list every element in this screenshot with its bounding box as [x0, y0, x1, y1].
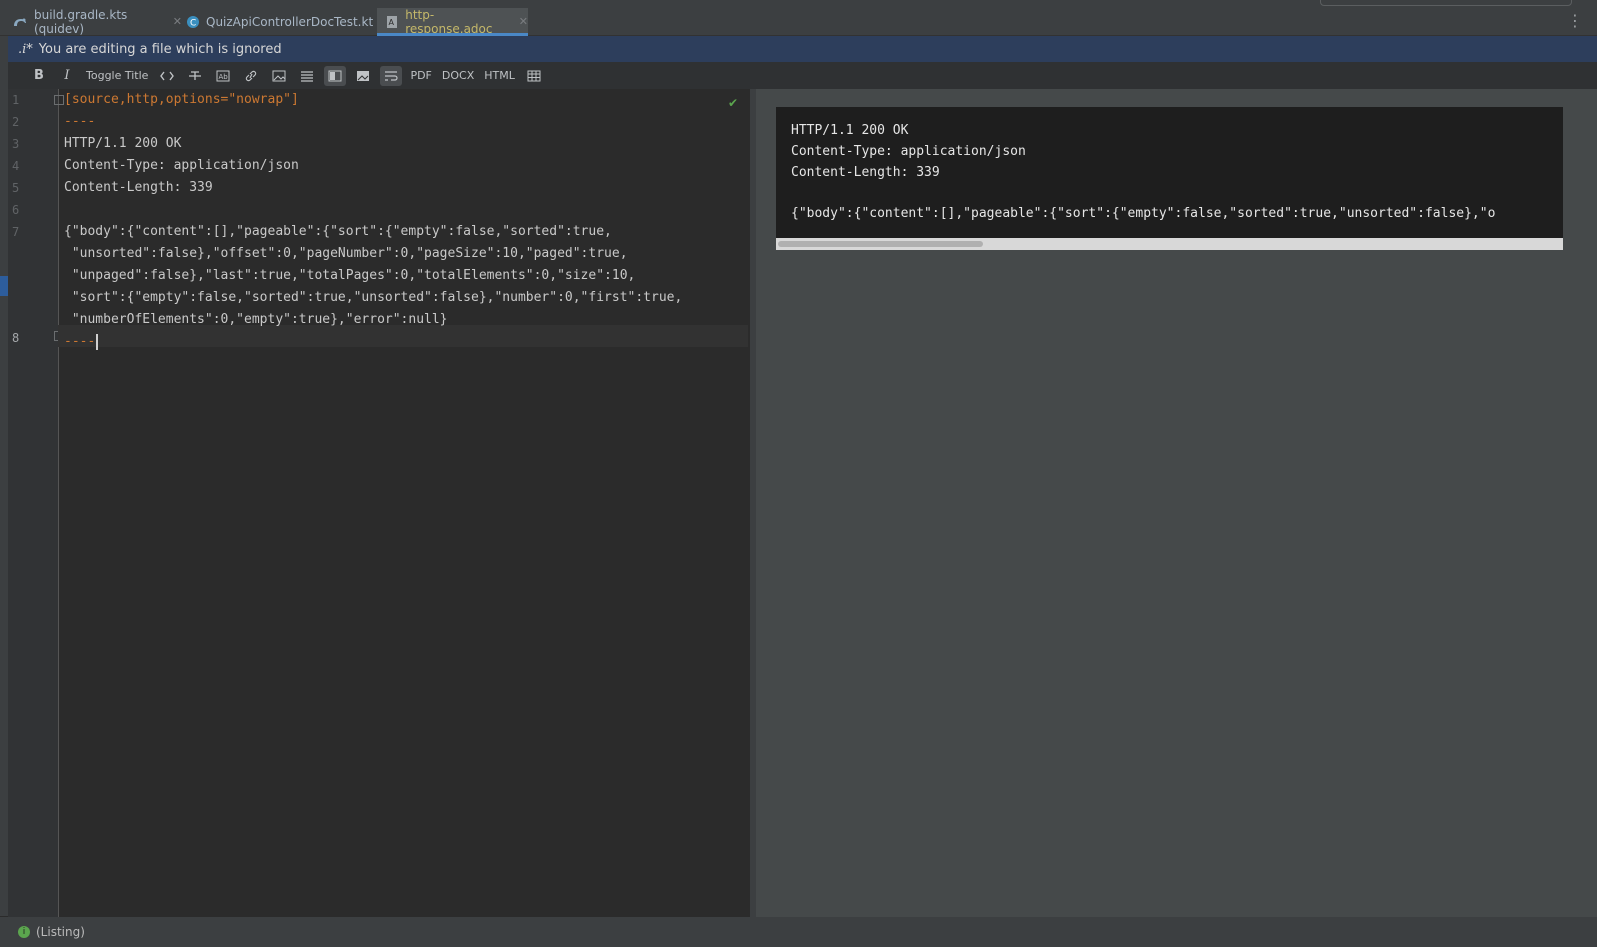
editor-tab-bar: build.gradle.kts (quidev) ✕ C QuizApiCon… — [0, 8, 1597, 36]
link-icon[interactable] — [240, 66, 262, 86]
line-number: 2 — [12, 115, 20, 129]
code-line: Content-Length: 339 — [64, 180, 213, 195]
code-line-text: ---- — [64, 334, 96, 349]
line-number: 6 — [12, 203, 20, 217]
soft-wrap-icon[interactable] — [380, 65, 403, 86]
check-icon: ✔ — [728, 96, 739, 110]
tab-quiz-api-controller-doc-test[interactable]: C QuizApiControllerDocTest.kt ✕ — [186, 8, 392, 35]
status-structure-label[interactable]: (Listing) — [36, 925, 85, 939]
bold-button[interactable]: B — [28, 66, 50, 86]
listing-line: HTTP/1.1 200 OK — [791, 123, 909, 138]
line-number: 8 — [12, 331, 20, 345]
table-icon[interactable] — [523, 66, 545, 86]
close-icon[interactable]: ✕ — [519, 15, 528, 28]
highlight-icon[interactable]: Ab — [212, 66, 234, 86]
line-number: 7 — [12, 225, 20, 239]
status-bar: i (Listing) — [0, 917, 1597, 947]
left-tool-strip — [0, 36, 8, 916]
code-line: ---- — [64, 331, 99, 353]
code-editor[interactable]: 1 2 3 4 5 6 7 8 [source,http,options="no… — [8, 89, 756, 917]
banner-message: You are editing a file which is ignored — [38, 41, 282, 57]
code-line: HTTP/1.1 200 OK — [64, 136, 182, 151]
code-line: {"body":{"content":[],"pageable":{"sort"… — [64, 224, 612, 239]
export-docx-button[interactable]: DOCX — [440, 66, 476, 86]
code-line-wrapped: "sort":{"empty":false,"sorted":true,"uns… — [64, 290, 683, 305]
close-icon[interactable]: ✕ — [173, 15, 182, 28]
italic-button[interactable]: I — [56, 66, 78, 86]
code-line-wrapped: "numberOfElements":0,"empty":true},"erro… — [64, 312, 448, 327]
code-icon[interactable] — [156, 66, 178, 86]
code-line: Content-Type: application/json — [64, 158, 299, 173]
tab-label: build.gradle.kts (quidev) — [34, 7, 128, 36]
code-line-wrapped: "unsorted":false},"offset":0,"pageNumber… — [64, 246, 628, 261]
search-field[interactable] — [1320, 0, 1572, 6]
listing-line: {"body":{"content":[],"pageable":{"sort"… — [791, 206, 1496, 221]
listing-line: Content-Type: application/json — [791, 144, 1026, 159]
preview-only-icon[interactable] — [352, 66, 374, 86]
tab-label: http-response.adoc — [405, 7, 493, 36]
scrollbar-thumb[interactable] — [778, 241, 983, 247]
asciidoc-preview-pane: HTTP/1.1 200 OK Content-Type: applicatio… — [756, 89, 1597, 917]
tab-label: QuizApiControllerDocTest.kt — [206, 14, 374, 29]
export-pdf-button[interactable]: PDF — [408, 66, 433, 86]
listing-block: HTTP/1.1 200 OK Content-Type: applicatio… — [776, 107, 1563, 250]
gradle-icon — [12, 14, 28, 30]
listing-line: Content-Length: 339 — [791, 165, 940, 180]
toggle-title-button[interactable]: Toggle Title — [84, 66, 150, 86]
fold-marker-icon[interactable] — [54, 95, 64, 105]
export-html-button[interactable]: HTML — [482, 66, 517, 86]
ignored-file-banner: .i* You are editing a file which is igno… — [8, 36, 1597, 62]
text-cursor — [96, 333, 99, 350]
code-line: ---- — [64, 114, 96, 129]
code-line: [source,http,options="nowrap"] — [64, 92, 299, 107]
ignore-file-icon: .i* — [18, 41, 33, 57]
line-number: 3 — [12, 137, 20, 151]
line-number: 5 — [12, 181, 20, 195]
horizontal-scrollbar[interactable] — [776, 238, 1563, 250]
tab-http-response-adoc[interactable]: A http-response.adoc ✕ — [377, 7, 528, 36]
kotlin-class-icon: C — [186, 14, 200, 30]
svg-text:Ab: Ab — [219, 73, 229, 81]
scope-marker — [0, 276, 8, 296]
more-options-icon[interactable]: ⋮ — [1567, 13, 1583, 29]
line-number-gutter: 1 2 3 4 5 6 7 8 — [8, 89, 64, 917]
line-number: 4 — [12, 159, 20, 173]
tab-build-gradle[interactable]: build.gradle.kts (quidev) ✕ — [12, 7, 182, 36]
split-view-icon[interactable] — [324, 65, 347, 86]
svg-text:A: A — [389, 18, 395, 27]
svg-text:C: C — [190, 18, 196, 28]
asciidoc-file-icon: A — [385, 14, 399, 30]
strikethrough-icon[interactable] — [184, 66, 206, 86]
listing-content: HTTP/1.1 200 OK Content-Type: applicatio… — [776, 107, 1563, 237]
line-number: 1 — [12, 93, 20, 107]
list-icon[interactable] — [296, 66, 318, 86]
info-icon: i — [18, 926, 30, 938]
asciidoc-toolbar: B I Toggle Title Ab PDF DOCX HTML — [8, 62, 1597, 89]
code-line-wrapped: "unpaged":false},"last":true,"totalPages… — [64, 268, 636, 283]
image-icon[interactable] — [268, 66, 290, 86]
